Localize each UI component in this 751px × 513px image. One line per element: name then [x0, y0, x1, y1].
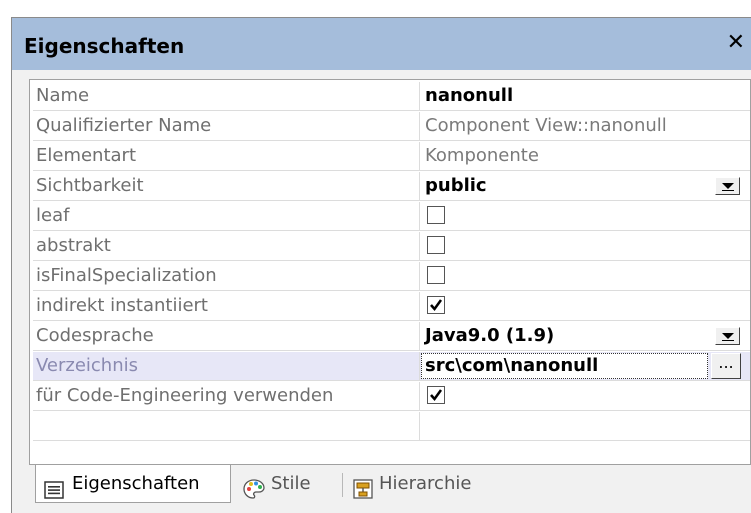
- property-label: isFinalSpecialization: [33, 262, 420, 290]
- property-value-cell: [420, 292, 750, 320]
- final-specialization-checkbox[interactable]: [427, 266, 445, 284]
- property-row-abstract[interactable]: abstrakt: [33, 232, 750, 261]
- leaf-checkbox[interactable]: [427, 206, 445, 224]
- property-label: Codesprache: [33, 322, 420, 350]
- visibility-dropdown[interactable]: public: [420, 172, 750, 200]
- property-label: indirekt instantiiert: [33, 292, 420, 320]
- properties-window: Eigenschaften ✕ Name nanonull Qualifizie…: [11, 17, 751, 513]
- property-value-name[interactable]: nanonull: [420, 82, 750, 110]
- use-for-code-engineering-checkbox[interactable]: [427, 386, 445, 404]
- panel-title: Eigenschaften: [24, 34, 185, 58]
- checkmark-icon: [430, 299, 443, 312]
- property-row-directory[interactable]: Verzeichnis src\com\nanonull ...: [33, 352, 750, 381]
- property-value-cell: [420, 262, 750, 290]
- hierarchy-icon: [353, 475, 373, 513]
- tab-label: Hierarchie: [379, 473, 472, 494]
- property-value-cell: [420, 202, 750, 230]
- tab-properties[interactable]: Eigenschaften: [35, 465, 231, 503]
- empty-row: [33, 412, 750, 441]
- property-row-use-for-code-engineering[interactable]: für Code-Engineering verwenden: [33, 382, 750, 411]
- tab-label: Eigenschaften: [72, 473, 200, 494]
- abstract-checkbox[interactable]: [427, 236, 445, 254]
- chevron-down-icon: [722, 183, 734, 191]
- directory-input[interactable]: src\com\nanonull: [421, 353, 708, 379]
- property-value-qualified-name: Component View::nanonull: [425, 115, 667, 136]
- property-label: Verzeichnis: [33, 352, 420, 380]
- tab-styles[interactable]: Stile: [239, 465, 334, 503]
- close-icon[interactable]: ✕: [727, 30, 745, 55]
- property-label: leaf: [33, 202, 420, 230]
- property-row-visibility[interactable]: Sichtbarkeit public: [33, 172, 750, 201]
- property-row-indirectly-instantiated[interactable]: indirekt instantiiert: [33, 292, 750, 321]
- code-language-value: Java9.0 (1.9): [425, 325, 555, 346]
- property-label: Qualifizierter Name: [33, 112, 420, 140]
- property-row-code-language[interactable]: Codesprache Java9.0 (1.9): [33, 322, 750, 351]
- browse-directory-button[interactable]: ...: [711, 353, 741, 379]
- property-label: für Code-Engineering verwenden: [33, 382, 420, 410]
- property-row-final-specialization[interactable]: isFinalSpecialization: [33, 262, 750, 291]
- empty-label-cell: [33, 412, 420, 440]
- tab-bar: Eigenschaften Stile Hierarchie: [29, 465, 751, 510]
- chevron-down-icon: [722, 333, 734, 341]
- property-row-name[interactable]: Name nanonull: [33, 82, 750, 111]
- property-value-cell: [420, 382, 750, 410]
- tab-hierarchy[interactable]: Hierarchie: [349, 465, 499, 503]
- property-grid: Name nanonull Qualifizierter Name Compon…: [29, 79, 751, 465]
- property-label: abstrakt: [33, 232, 420, 260]
- checkmark-icon: [430, 389, 443, 402]
- indirectly-instantiated-checkbox[interactable]: [427, 296, 445, 314]
- tab-separator: [342, 473, 343, 497]
- property-label: Name: [33, 82, 420, 110]
- palette-icon: [243, 475, 265, 513]
- code-language-dropdown[interactable]: Java9.0 (1.9): [420, 322, 750, 350]
- property-value-element-kind: Komponente: [425, 145, 539, 166]
- property-value-cell: [420, 232, 750, 260]
- property-label: Sichtbarkeit: [33, 172, 420, 200]
- visibility-value: public: [425, 175, 487, 196]
- title-bar: Eigenschaften ✕: [12, 18, 751, 70]
- property-row-leaf[interactable]: leaf: [33, 202, 750, 231]
- property-row-element-kind[interactable]: Elementart Komponente: [33, 142, 750, 171]
- code-language-dropdown-button[interactable]: [715, 327, 740, 345]
- property-label: Elementart: [33, 142, 420, 170]
- property-row-qualified-name[interactable]: Qualifizierter Name Component View::nano…: [33, 112, 750, 141]
- tab-label: Stile: [271, 473, 311, 494]
- properties-list-icon: [44, 475, 64, 513]
- visibility-dropdown-button[interactable]: [715, 177, 740, 195]
